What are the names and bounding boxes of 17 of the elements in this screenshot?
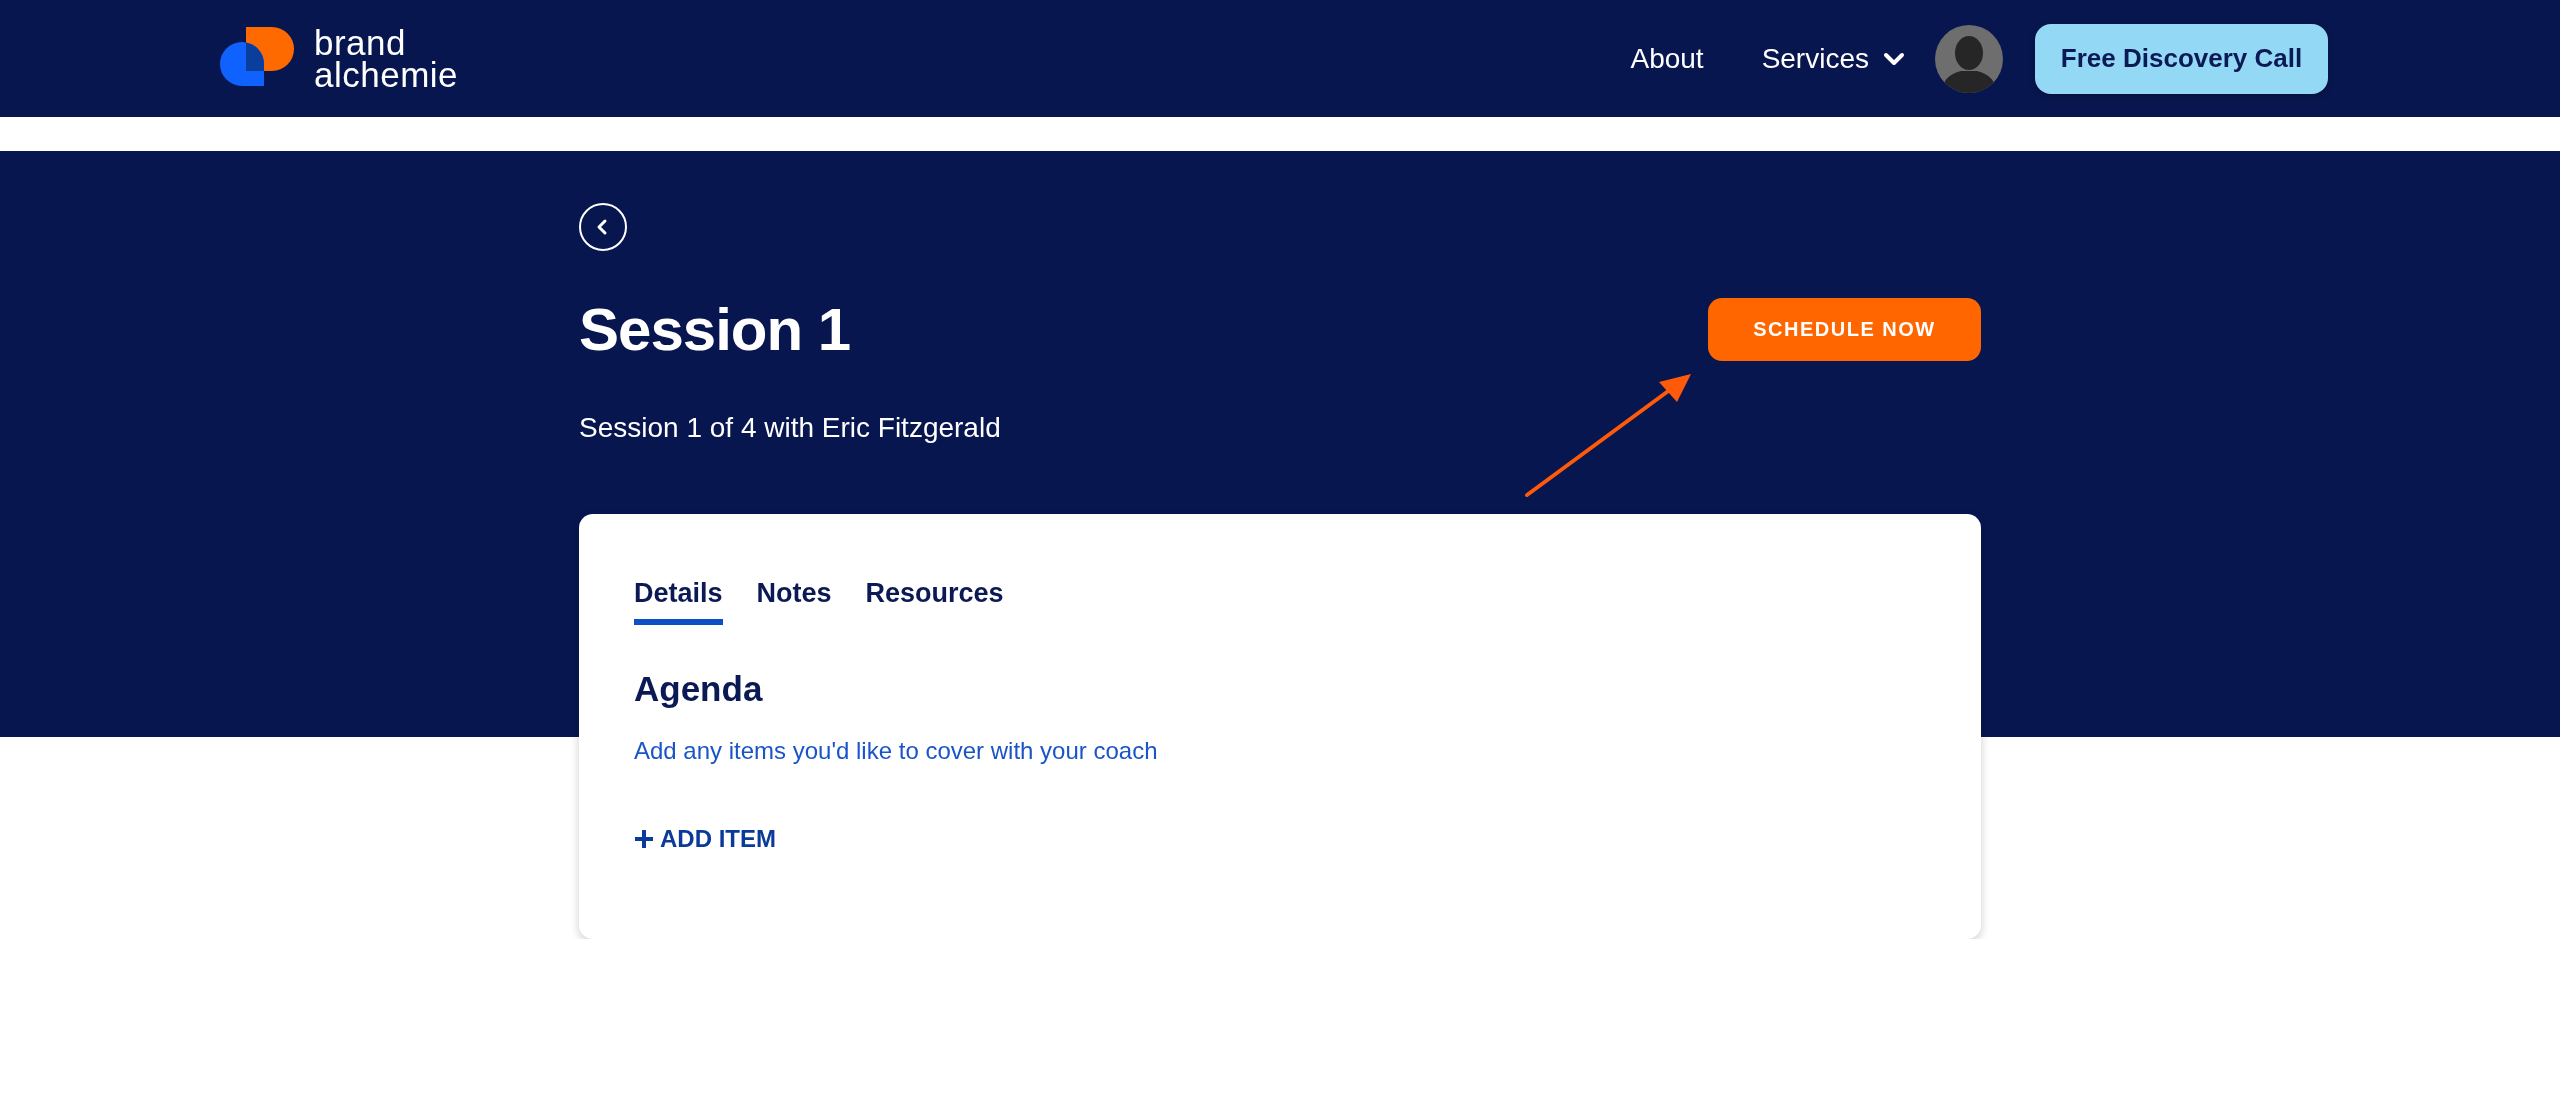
page-title: Session 1 (579, 295, 851, 364)
hint-text: Add any items you'd like to cover with your coach (634, 737, 1159, 765)
back-button[interactable] (579, 203, 627, 251)
nav-link[interactable]: About (1630, 42, 1704, 75)
logo-text: brand (314, 26, 407, 59)
services-menu[interactable]: Services (1761, 42, 1905, 75)
section-heading: Agenda (634, 669, 764, 709)
tab[interactable]: Details (634, 578, 723, 625)
add-item-button[interactable]: ADD ITEM (634, 825, 776, 853)
plus-icon (634, 829, 654, 849)
session-subtitle: Session 1 of 4 with Eric Fitzgerald (579, 412, 1001, 444)
logo-text: alchemie (314, 58, 459, 91)
chevron-down-icon (1883, 51, 1905, 66)
tab[interactable]: Resources (865, 578, 1004, 625)
avatar-icon[interactable] (1935, 24, 2003, 93)
tab[interactable]: Notes (756, 578, 832, 625)
discovery-call-button[interactable]: Free Discovery Call (2035, 23, 2328, 94)
